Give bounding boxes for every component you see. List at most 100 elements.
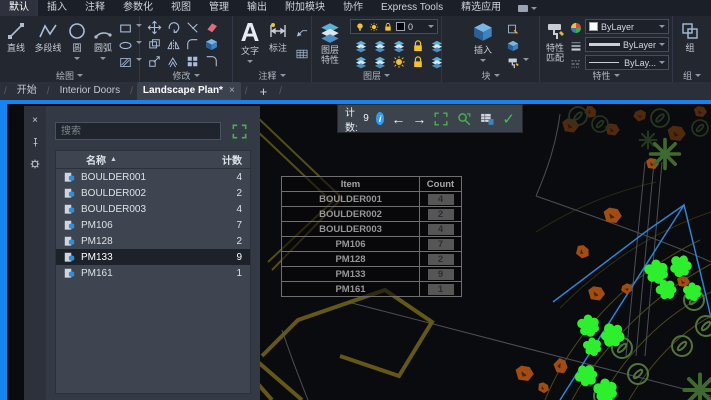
ribbon-tab-collaborate[interactable]: 协作 <box>334 0 372 16</box>
auto-hide-pin-icon[interactable] <box>28 136 42 148</box>
list-item[interactable]: BOULDER0034 <box>56 201 250 217</box>
insert-block-button[interactable]: 插入 <box>468 20 498 65</box>
count-field: 2 <box>428 209 454 220</box>
table-row: PM1282 <box>282 252 462 267</box>
hatch-tool-button[interactable] <box>117 55 142 70</box>
create-block-button[interactable] <box>504 38 521 53</box>
ribbon-tab-parametric[interactable]: 参数化 <box>114 0 162 16</box>
file-tab-start[interactable]: 开始 <box>11 82 43 100</box>
offset-tool-button[interactable] <box>203 54 220 69</box>
layer-unisolate-tool[interactable] <box>371 54 388 69</box>
ribbon-tab-insert[interactable]: 插入 <box>38 0 76 16</box>
next-instance-button[interactable]: → <box>412 112 426 126</box>
list-item[interactable]: BOULDER0014 <box>56 169 250 185</box>
lineweight-icon[interactable] <box>567 38 584 53</box>
array-tool-button[interactable] <box>184 54 201 69</box>
table-header-item: Item <box>282 177 420 192</box>
polyline-tool-button[interactable]: 多段线 <box>31 20 65 53</box>
attribute-icon <box>504 21 521 36</box>
count-in-area-button[interactable] <box>231 123 248 140</box>
file-tab-landscape-plan[interactable]: Landscape Plan* × <box>137 82 241 100</box>
ribbon-tab-annotate[interactable]: 注释 <box>76 0 114 16</box>
ribbon-tab-output[interactable]: 输出 <box>238 0 276 16</box>
match-properties-button[interactable]: 特性 匹配 <box>542 20 568 63</box>
ribbon-tab-home[interactable]: 默认 <box>0 0 38 16</box>
scale-tool-button[interactable] <box>165 54 182 69</box>
ribbon-tab-addins[interactable]: 附加模块 <box>276 0 334 16</box>
info-icon[interactable]: i <box>376 112 385 125</box>
dimension-tool-button[interactable]: 标注 <box>265 20 291 53</box>
search-input[interactable] <box>55 122 221 140</box>
ellipse-tool-button[interactable] <box>117 38 142 53</box>
layer-thaw-all-tool[interactable] <box>390 54 407 69</box>
list-item[interactable]: PM1067 <box>56 217 250 233</box>
move-tool-button[interactable] <box>146 20 163 35</box>
panel-label-properties[interactable]: 特性 <box>540 69 672 81</box>
line-tool-button[interactable]: 直线 <box>3 20 29 53</box>
palette-body: 名称 ▲ 计数 BOULDER0014 BOULDER0022 BOULDER0… <box>46 106 260 400</box>
chevron-down-icon <box>74 57 80 63</box>
list-item-selected[interactable]: PM1339 <box>56 249 250 265</box>
previous-instance-button[interactable]: ← <box>391 112 405 126</box>
fillet-tool-button[interactable] <box>184 37 201 52</box>
new-tab-button[interactable]: + <box>252 84 276 99</box>
tab-separator: / <box>0 86 11 97</box>
group-button[interactable]: 组 <box>677 20 703 53</box>
trim-tool-button[interactable] <box>184 20 201 35</box>
panel-label-modify[interactable]: 修改 <box>140 69 232 81</box>
ribbon-display-toggle[interactable] <box>510 0 545 16</box>
close-tab-icon[interactable]: × <box>229 82 235 100</box>
layer-isolate-tool[interactable] <box>371 38 388 53</box>
copy-tool-button[interactable] <box>146 37 163 52</box>
list-header[interactable]: 名称 ▲ 计数 <box>56 151 250 169</box>
close-palette-icon[interactable]: × <box>28 114 42 126</box>
drawing-area[interactable]: Item Count BOULDER0014 BOULDER0022 BOULD… <box>0 104 711 400</box>
ribbon-tab-view[interactable]: 视图 <box>162 0 200 16</box>
block-editor-button[interactable] <box>504 55 529 70</box>
mirror-tool-button[interactable] <box>165 37 182 52</box>
layer-unlock-tool[interactable] <box>409 54 426 69</box>
erase-tool-button[interactable] <box>203 20 220 35</box>
color-swatch <box>589 22 598 31</box>
object-color-dropdown[interactable]: ByLayer <box>585 19 669 34</box>
circle-tool-button[interactable]: 圆 <box>66 20 88 63</box>
stretch-tool-button[interactable] <box>146 54 163 69</box>
layer-freeze-tool[interactable] <box>390 38 407 53</box>
palette-settings-gear-icon[interactable] <box>28 158 42 170</box>
edit-attributes-button[interactable] <box>504 21 521 36</box>
layer-dropdown[interactable]: 0 <box>350 19 438 34</box>
explode-tool-button[interactable] <box>203 37 220 52</box>
layer-off-tool[interactable] <box>352 38 369 53</box>
select-counted-objects-button[interactable] <box>433 111 449 127</box>
current-layer-name: 0 <box>408 22 425 32</box>
layer-unlock-icon <box>382 21 393 32</box>
finish-count-button[interactable]: ✓ <box>502 110 515 128</box>
layer-color-swatch <box>396 22 405 31</box>
panel-label-group[interactable]: 组 <box>673 69 711 81</box>
ribbon-tab-express-tools[interactable]: Express Tools <box>372 0 452 16</box>
zoom-to-selection-button[interactable] <box>456 111 472 127</box>
lineweight-dropdown[interactable]: ByLayer <box>585 37 669 52</box>
color-wheel-icon[interactable] <box>567 20 584 35</box>
panel-label-annotate[interactable]: 注释 <box>233 69 311 81</box>
insert-count-field-button[interactable] <box>479 111 495 127</box>
panel-label-layers[interactable]: 图层 <box>312 69 441 81</box>
rectangle-icon <box>117 21 134 36</box>
rectangle-tool-button[interactable] <box>117 21 142 36</box>
file-tab-interior-doors[interactable]: Interior Doors <box>54 82 127 100</box>
ribbon-tab-featured-apps[interactable]: 精选应用 <box>452 0 510 16</box>
list-item[interactable]: PM1282 <box>56 233 250 249</box>
text-tool-button[interactable]: A 文字 <box>237 19 263 66</box>
leader-tool-button[interactable] <box>293 24 310 39</box>
rotate-tool-button[interactable] <box>165 20 182 35</box>
list-item[interactable]: BOULDER0022 <box>56 185 250 201</box>
list-item[interactable]: PM1611 <box>56 265 250 281</box>
layer-properties-button[interactable]: 图层 特性 <box>314 20 346 65</box>
layer-lock-tool[interactable] <box>409 38 426 53</box>
table-tool-button[interactable] <box>293 46 310 61</box>
panel-label-draw[interactable]: 绘图 <box>0 69 139 81</box>
ribbon-tab-manage[interactable]: 管理 <box>200 0 238 16</box>
arc-tool-button[interactable]: 圆弧 <box>90 20 116 63</box>
layer-on-tool[interactable] <box>352 54 369 69</box>
panel-label-block[interactable]: 块 <box>442 69 539 81</box>
